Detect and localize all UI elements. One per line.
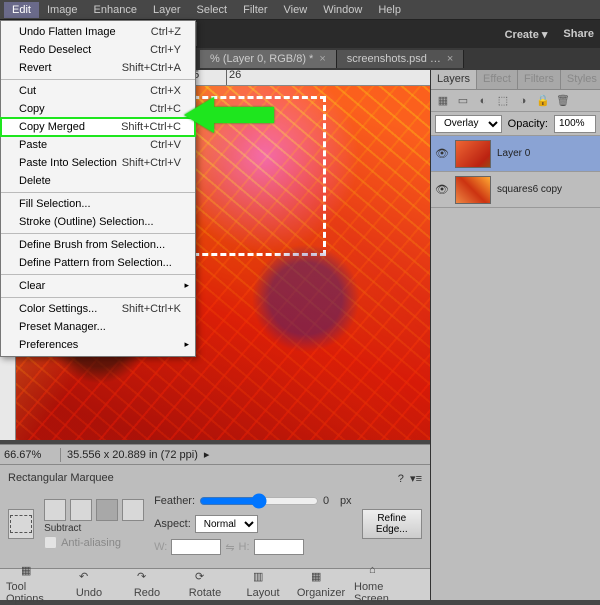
new-layer-icon[interactable]: ▦ bbox=[435, 93, 451, 109]
panel-tabs: LayersEffectFiltersStylesGraph bbox=[431, 70, 600, 90]
quick-rotate[interactable]: ⟳Rotate bbox=[180, 570, 230, 599]
aspect-select[interactable]: Normal bbox=[195, 515, 258, 533]
panel-tab-layers[interactable]: Layers bbox=[431, 70, 477, 89]
menu-window[interactable]: Window bbox=[315, 2, 370, 18]
fx-icon[interactable]: ⬚ bbox=[495, 93, 511, 109]
layer-name[interactable]: squares6 copy bbox=[497, 184, 562, 195]
panel-tab-filters[interactable]: Filters bbox=[518, 70, 561, 89]
layer-row[interactable]: 👁 Layer 0 bbox=[431, 136, 600, 172]
menu-select[interactable]: Select bbox=[189, 2, 236, 18]
menu-layer[interactable]: Layer bbox=[145, 2, 189, 18]
quick-toolbar: ▦Tool Options↶Undo↷Redo⟳Rotate▥Layout▦Or… bbox=[0, 568, 430, 600]
close-icon[interactable]: × bbox=[447, 53, 453, 65]
menu-filter[interactable]: Filter bbox=[235, 2, 275, 18]
menu-item-stroke-outline-selection-[interactable]: Stroke (Outline) Selection... bbox=[1, 213, 195, 231]
menu-item-cut[interactable]: CutCtrl+X bbox=[1, 82, 195, 100]
menu-item-fill-selection-[interactable]: Fill Selection... bbox=[1, 195, 195, 213]
panel-tab-styles[interactable]: Styles bbox=[561, 70, 600, 89]
close-icon[interactable]: × bbox=[319, 53, 325, 65]
menu-item-preset-manager-[interactable]: Preset Manager... bbox=[1, 318, 195, 336]
right-panels: LayersEffectFiltersStylesGraph ▦ ▭ ◐ ⬚ ◑… bbox=[430, 70, 600, 600]
width-input bbox=[171, 539, 221, 555]
tool-name: Rectangular Marquee bbox=[8, 472, 114, 484]
menu-item-preferences[interactable]: Preferences bbox=[1, 336, 195, 354]
menu-item-clear[interactable]: Clear bbox=[1, 277, 195, 295]
mode-new[interactable] bbox=[44, 499, 66, 521]
link-icon[interactable]: ⇋ bbox=[225, 541, 234, 554]
quick-home-screen[interactable]: ⌂Home Screen bbox=[354, 564, 404, 605]
menu-item-redo-deselect[interactable]: Redo DeselectCtrl+Y bbox=[1, 41, 195, 59]
action-create[interactable]: Create ▾ bbox=[505, 28, 548, 41]
menu-item-copy[interactable]: CopyCtrl+C bbox=[1, 100, 195, 118]
tool-options-panel: Rectangular Marquee ? ▾≡ Subtract Anti-a… bbox=[0, 464, 430, 568]
visibility-icon[interactable]: 👁 bbox=[435, 147, 449, 161]
flyout-icon[interactable]: ▾≡ bbox=[410, 473, 422, 485]
menubar: EditImageEnhanceLayerSelectFilterViewWin… bbox=[0, 0, 600, 20]
doc-tab-active[interactable]: % (Layer 0, RGB/8) *× bbox=[200, 50, 337, 68]
menu-item-undo-flatten-image[interactable]: Undo Flatten ImageCtrl+Z bbox=[1, 23, 195, 41]
layer-thumbnail[interactable] bbox=[455, 176, 491, 204]
adjust-icon[interactable]: ◑ bbox=[515, 93, 531, 109]
menu-item-copy-merged[interactable]: Copy MergedShift+Ctrl+C bbox=[1, 118, 195, 136]
height-input bbox=[254, 539, 304, 555]
menu-item-paste-into-selection[interactable]: Paste Into SelectionShift+Ctrl+V bbox=[1, 154, 195, 172]
mode-intersect[interactable] bbox=[122, 499, 144, 521]
layer-tools: ▦ ▭ ◐ ⬚ ◑ 🔒 🗑 bbox=[431, 90, 600, 112]
workspace-actions: Create ▾ Share bbox=[505, 28, 594, 41]
zoom-level[interactable]: 66.67% bbox=[4, 449, 54, 461]
quick-undo[interactable]: ↶Undo bbox=[64, 570, 114, 599]
layer-name[interactable]: Layer 0 bbox=[497, 148, 530, 159]
marquee-tool-icon[interactable] bbox=[8, 509, 34, 539]
visibility-icon[interactable]: 👁 bbox=[435, 183, 449, 197]
panel-tab-effect[interactable]: Effect bbox=[477, 70, 518, 89]
quick-organizer[interactable]: ▦Organizer bbox=[296, 570, 346, 599]
new-group-icon[interactable]: ▭ bbox=[455, 93, 471, 109]
layer-thumbnail[interactable] bbox=[455, 140, 491, 168]
menu-item-define-pattern-from-selection-[interactable]: Define Pattern from Selection... bbox=[1, 254, 195, 272]
action-share[interactable]: Share bbox=[563, 28, 594, 41]
menu-item-revert[interactable]: RevertShift+Ctrl+A bbox=[1, 59, 195, 77]
doc-info: 35.556 x 20.889 in (72 ppi) bbox=[67, 449, 198, 461]
lock-icon[interactable]: 🔒 bbox=[535, 93, 551, 109]
delete-icon[interactable]: 🗑 bbox=[555, 93, 571, 109]
feather-slider[interactable] bbox=[199, 493, 319, 509]
menu-help[interactable]: Help bbox=[370, 2, 409, 18]
menu-item-color-settings-[interactable]: Color Settings...Shift+Ctrl+K bbox=[1, 300, 195, 318]
menu-edit[interactable]: Edit bbox=[4, 2, 39, 18]
anti-aliasing-checkbox[interactable]: Anti-aliasing bbox=[44, 536, 144, 549]
selection-mode-buttons bbox=[44, 499, 144, 521]
menu-enhance[interactable]: Enhance bbox=[86, 2, 145, 18]
mode-add[interactable] bbox=[70, 499, 92, 521]
refine-edge-button[interactable]: Refine Edge... bbox=[362, 509, 422, 539]
blend-mode-select[interactable]: Overlay bbox=[435, 115, 502, 133]
edit-menu: Undo Flatten ImageCtrl+ZRedo DeselectCtr… bbox=[0, 20, 196, 357]
mask-icon[interactable]: ◐ bbox=[475, 93, 491, 109]
menu-item-define-brush-from-selection-[interactable]: Define Brush from Selection... bbox=[1, 236, 195, 254]
mode-subtract[interactable] bbox=[96, 499, 118, 521]
status-bar: 66.67% 35.556 x 20.889 in (72 ppi) ▸ bbox=[0, 444, 430, 464]
menu-item-paste[interactable]: PasteCtrl+V bbox=[1, 136, 195, 154]
quick-layout[interactable]: ▥Layout bbox=[238, 570, 288, 599]
quick-redo[interactable]: ↷Redo bbox=[122, 570, 172, 599]
help-icon[interactable]: ? bbox=[398, 473, 404, 485]
layer-row[interactable]: 👁 squares6 copy bbox=[431, 172, 600, 208]
layers-list: 👁 Layer 0 👁 squares6 copy bbox=[431, 136, 600, 208]
feather-field[interactable]: Feather: 0 px bbox=[154, 493, 352, 509]
menu-image[interactable]: Image bbox=[39, 2, 86, 18]
doc-tab[interactable]: screenshots.psd …× bbox=[337, 50, 465, 68]
menu-view[interactable]: View bbox=[276, 2, 316, 18]
menu-item-delete[interactable]: Delete bbox=[1, 172, 195, 190]
quick-tool-options[interactable]: ▦Tool Options bbox=[6, 564, 56, 605]
opacity-input[interactable] bbox=[554, 115, 596, 133]
